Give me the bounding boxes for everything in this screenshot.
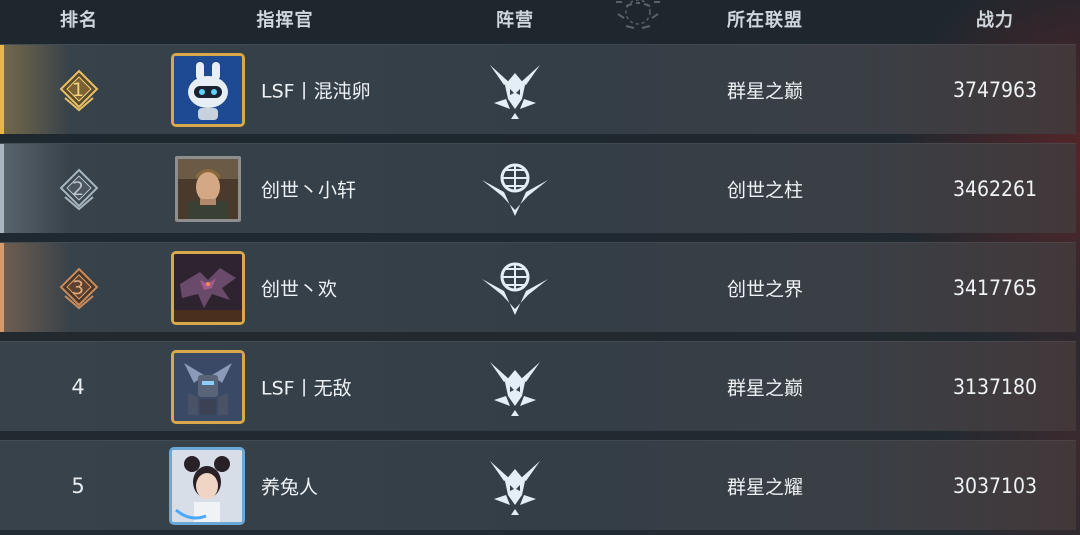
header-faction: 阵营 [496, 10, 534, 31]
power-value: 3462261 [952, 177, 1038, 201]
alliance-name: 创世之界 [726, 278, 804, 301]
header-power: 战力 [976, 10, 1014, 31]
table-row[interactable]: 2 创世丶小轩 创世之柱 3462261 [0, 143, 1076, 233]
power-value: 3747963 [952, 78, 1038, 102]
soldier-avatar[interactable] [175, 156, 241, 222]
dragon-avatar-icon [174, 254, 242, 322]
rank-number: 3 [71, 277, 85, 299]
rank-number: 5 [71, 474, 85, 498]
power-value: 3417765 [952, 276, 1038, 300]
leaderboard-screen: 排名 指挥官 阵营 所在联盟 战力 1 LSF丨混沌卵 群星之巅 3747963… [0, 0, 1080, 535]
commander-name[interactable]: LSF丨无敌 [261, 374, 352, 401]
horned-skull-icon [490, 362, 540, 416]
power-value: 3137180 [952, 375, 1038, 399]
winged-globe-icon [482, 262, 548, 315]
alliance-name: 群星之耀 [726, 476, 804, 499]
robot-avatar[interactable] [171, 53, 245, 127]
rank-number: 1 [71, 79, 85, 101]
commander-name[interactable]: 创世丶欢 [261, 275, 337, 302]
table-header: 排名 指挥官 阵营 所在联盟 战力 [0, 0, 1080, 38]
commander-name[interactable]: 创世丶小轩 [261, 176, 356, 203]
power-value: 3037103 [952, 474, 1038, 498]
table-row[interactable]: 4 LSF丨无敌 群星之巅 3137180 [0, 341, 1076, 431]
girl-avatar-icon [172, 450, 242, 522]
table-row[interactable]: 3 创世丶欢 创世之界 3417765 [0, 242, 1076, 332]
alliance-name: 群星之巅 [726, 80, 804, 103]
rank-accent-bar [0, 144, 4, 233]
mech-avatar[interactable] [171, 350, 245, 424]
girl-avatar[interactable] [169, 447, 245, 525]
mech-avatar-icon [174, 353, 242, 421]
commander-name[interactable]: 养兔人 [261, 473, 318, 500]
horned-skull-icon [490, 65, 540, 119]
rank-accent-bar [0, 243, 4, 332]
commander-name[interactable]: LSF丨混沌卵 [261, 77, 371, 104]
robot-avatar-icon [174, 56, 242, 124]
alliance-name: 群星之巅 [726, 377, 804, 400]
rank-number: 4 [71, 375, 85, 399]
soldier-avatar-icon [178, 159, 238, 219]
rank-accent-bar [0, 45, 4, 134]
rank-number: 2 [71, 178, 85, 200]
dragon-avatar[interactable] [171, 251, 245, 325]
header-commander: 指挥官 [256, 10, 314, 31]
alliance-name: 创世之柱 [726, 179, 804, 202]
table-row[interactable]: 5 养兔人 群星之耀 3037103 [0, 440, 1076, 530]
header-alliance: 所在联盟 [727, 10, 803, 31]
gear-decoration-icon [616, 0, 660, 29]
winged-globe-icon [482, 163, 548, 216]
table-row[interactable]: 1 LSF丨混沌卵 群星之巅 3747963 [0, 44, 1076, 134]
horned-skull-icon [490, 461, 540, 515]
header-rank: 排名 [60, 10, 98, 31]
